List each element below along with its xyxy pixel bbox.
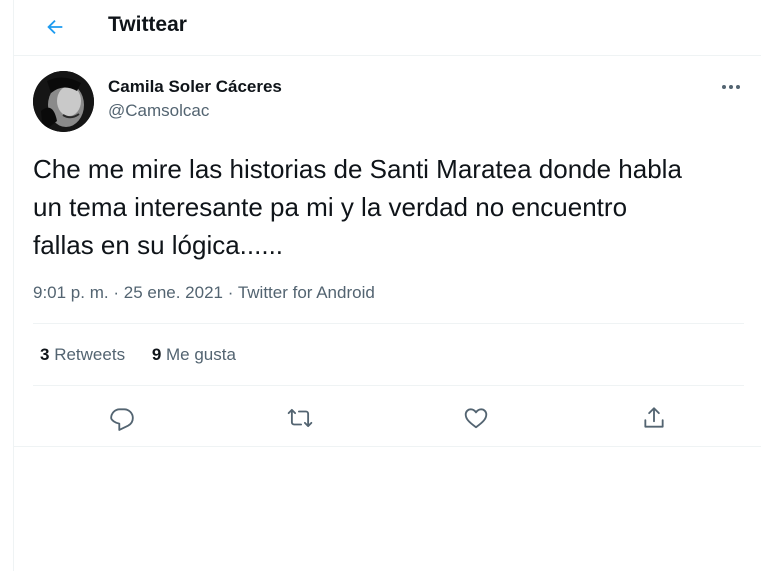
back-button[interactable] bbox=[38, 10, 72, 44]
reply-button[interactable] bbox=[104, 400, 140, 436]
tweet-date[interactable]: 25 ene. 2021 bbox=[124, 283, 223, 302]
tweet-source[interactable]: Twitter for Android bbox=[238, 283, 375, 302]
avatar-image bbox=[33, 71, 94, 132]
tweet-text: Che me mire las historias de Santi Marat… bbox=[33, 154, 682, 260]
like-button[interactable] bbox=[458, 400, 494, 436]
page-header: Twittear bbox=[14, 0, 761, 56]
share-icon bbox=[644, 407, 664, 428]
tweet-actions bbox=[14, 386, 761, 447]
more-icon bbox=[722, 85, 740, 89]
likes-stat[interactable]: 9 Me gusta bbox=[152, 344, 236, 366]
tweet-stats: 3 Retweets 9 Me gusta bbox=[40, 344, 258, 366]
tweet-column: Twittear Camila Soler Cáceres @Camsolcac… bbox=[13, 0, 761, 571]
like-icon bbox=[464, 408, 488, 429]
author-handle[interactable]: @Camsolcac bbox=[108, 101, 209, 121]
tweet-meta: 9:01 p. m. · 25 ene. 2021 · Twitter for … bbox=[33, 282, 375, 304]
retweets-count: 3 bbox=[40, 345, 50, 364]
author-name[interactable]: Camila Soler Cáceres bbox=[108, 77, 282, 97]
retweet-button[interactable] bbox=[282, 400, 318, 436]
likes-label: Me gusta bbox=[166, 345, 236, 364]
retweets-stat[interactable]: 3 Retweets bbox=[40, 344, 125, 366]
meta-separator: · bbox=[227, 283, 238, 302]
reply-icon bbox=[110, 408, 134, 431]
likes-count: 9 bbox=[151, 345, 162, 364]
meta-separator: · bbox=[113, 283, 124, 302]
retweets-label: Retweets bbox=[54, 345, 126, 364]
page-title: Twittear bbox=[108, 13, 187, 36]
avatar[interactable] bbox=[33, 71, 94, 132]
arrow-left-icon bbox=[47, 19, 63, 35]
divider bbox=[33, 323, 744, 324]
tweet-time[interactable]: 9:01 p. m. bbox=[33, 283, 109, 302]
more-options-button[interactable] bbox=[717, 76, 745, 98]
share-button[interactable] bbox=[636, 400, 672, 436]
retweet-icon bbox=[287, 408, 313, 428]
